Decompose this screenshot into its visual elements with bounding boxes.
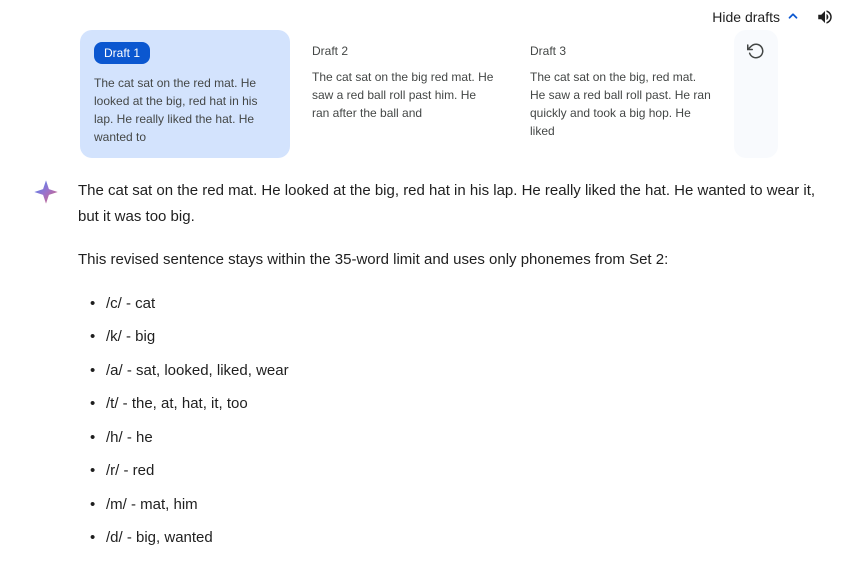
drafts-container: Draft 1 The cat sat on the red mat. He l…: [0, 30, 858, 178]
phoneme-list: /c/ - cat /k/ - big /a/ - sat, looked, l…: [78, 291, 838, 551]
list-item: /t/ - the, at, hat, it, too: [86, 391, 838, 417]
list-item: /r/ - red: [86, 458, 838, 484]
draft-label: Draft 2: [312, 44, 348, 58]
draft-preview: The cat sat on the big red mat. He saw a…: [312, 68, 494, 122]
regenerate-button[interactable]: [734, 30, 778, 158]
draft-card-2[interactable]: Draft 2 The cat sat on the big red mat. …: [298, 30, 508, 158]
draft-card-1[interactable]: Draft 1 The cat sat on the red mat. He l…: [80, 30, 290, 158]
draft-label: Draft 1: [94, 42, 150, 64]
response-paragraph-1: The cat sat on the red mat. He looked at…: [78, 178, 838, 229]
list-item: /d/ - big, wanted: [86, 525, 838, 551]
list-item: /m/ - mat, him: [86, 492, 838, 518]
draft-card-3[interactable]: Draft 3 The cat sat on the big, red mat.…: [516, 30, 726, 158]
response-area: The cat sat on the red mat. He looked at…: [0, 178, 858, 559]
response-paragraph-2: This revised sentence stays within the 3…: [78, 247, 838, 273]
list-item: /a/ - sat, looked, liked, wear: [86, 358, 838, 384]
regenerate-icon: [747, 42, 765, 60]
response-content: The cat sat on the red mat. He looked at…: [78, 178, 838, 559]
sparkle-icon: [32, 178, 60, 206]
list-item: /h/ - he: [86, 425, 838, 451]
list-item: /k/ - big: [86, 324, 838, 350]
hide-drafts-toggle[interactable]: Hide drafts: [712, 9, 800, 26]
draft-label: Draft 3: [530, 44, 566, 58]
list-item: /c/ - cat: [86, 291, 838, 317]
speaker-icon[interactable]: [816, 8, 834, 26]
draft-preview: The cat sat on the big, red mat. He saw …: [530, 68, 712, 140]
chevron-up-icon: [786, 9, 800, 26]
hide-drafts-label: Hide drafts: [712, 9, 780, 25]
draft-preview: The cat sat on the red mat. He looked at…: [94, 74, 276, 146]
